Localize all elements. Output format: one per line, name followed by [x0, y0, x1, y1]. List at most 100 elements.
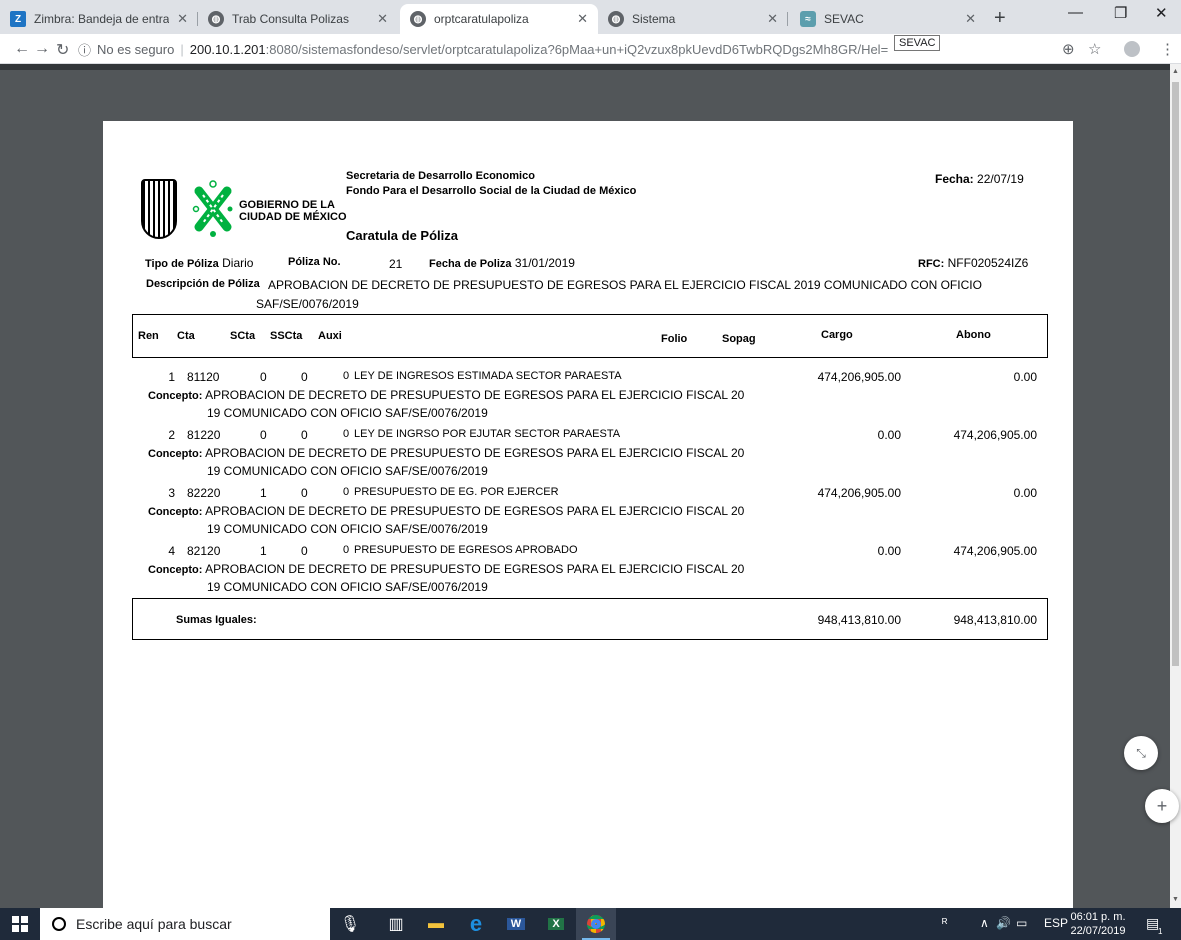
- col-cta: Cta: [177, 330, 195, 342]
- row-sscta: 0: [301, 486, 308, 500]
- row-cargo: 0.00: [877, 544, 901, 558]
- row-cargo: 474,206,905.00: [817, 370, 901, 384]
- cdmx-logo-mark: [192, 180, 233, 237]
- row-descripcion: PRESUPUESTO DE EG. POR EJERCER: [354, 486, 559, 498]
- scroll-down-icon[interactable]: ▼: [1172, 896, 1179, 903]
- vertical-scrollbar[interactable]: ▲ ▼: [1170, 64, 1181, 908]
- restore-icon[interactable]: ❐: [1114, 4, 1127, 22]
- poliza-no-label: Póliza No.: [288, 256, 341, 268]
- close-window-icon[interactable]: ✕: [1155, 4, 1168, 22]
- close-tab-icon[interactable]: ✕: [377, 11, 388, 27]
- reload-icon[interactable]: ↻: [56, 40, 69, 60]
- row-sscta: 0: [301, 544, 308, 558]
- globe-icon: ◍: [208, 11, 224, 27]
- row-concepto-line-2: 19 COMUNICADO CON OFICIO SAF/SE/0076/201…: [207, 522, 488, 536]
- microphone-icon[interactable]: 🎙: [330, 908, 370, 940]
- zoom-in-button[interactable]: +: [1145, 789, 1179, 823]
- cdmx-shield-logo: [141, 179, 177, 239]
- fecha: Fecha: 22/07/19: [935, 172, 1024, 186]
- row-scta: 1: [260, 486, 267, 500]
- row-ren: 3: [168, 486, 175, 500]
- row-auxi: 0: [343, 544, 350, 556]
- profile-avatar-icon[interactable]: [1124, 41, 1140, 57]
- row-descripcion: LEY DE INGRSO POR EJUTAR SECTOR PARAESTA: [354, 428, 621, 440]
- taskbar-clock[interactable]: 06:01 p. m. 22/07/2019: [1068, 910, 1128, 938]
- row-cta: 81220: [187, 428, 221, 442]
- people-icon[interactable]: ᴿ: [942, 916, 947, 930]
- row-descripcion: PRESUPUESTO DE EGRESOS APROBADO: [354, 544, 578, 556]
- back-icon[interactable]: ←: [14, 40, 30, 58]
- tipo-poliza: Tipo de Póliza Diario: [145, 256, 254, 270]
- cortana-icon: [52, 917, 66, 931]
- col-cargo: Cargo: [821, 329, 853, 341]
- tab-sistema[interactable]: ◍ Sistema ✕: [598, 4, 788, 34]
- show-hidden-icons[interactable]: ∧: [980, 916, 989, 930]
- row-cta: 81120: [187, 370, 220, 384]
- browser-toolbar: ← → ↻ ⓘ No es seguro | 200.10.1.201 :808…: [0, 34, 1181, 64]
- poliza-no-value: 21: [389, 257, 403, 271]
- descripcion-label: Descripción de Póliza: [146, 278, 260, 290]
- close-tab-icon[interactable]: ✕: [767, 11, 778, 27]
- task-view-icon[interactable]: ▥: [376, 908, 416, 940]
- row-auxi: 0: [343, 370, 350, 382]
- col-sscta: SSCta: [270, 330, 303, 342]
- tab-sevac[interactable]: ≈ SEVAC ✕: [790, 4, 986, 34]
- rfc: RFC: NFF020524IZ6: [918, 256, 1029, 270]
- forward-icon[interactable]: →: [34, 40, 50, 58]
- concepto-label: Concepto:: [148, 390, 203, 402]
- network-icon[interactable]: ▭: [1016, 916, 1027, 930]
- row-concepto-line-1: Concepto: APROBACION DE DECRETO DE PRESU…: [148, 388, 745, 402]
- edge-icon[interactable]: e: [456, 908, 496, 940]
- row-concepto-line-1: Concepto: APROBACION DE DECRETO DE PRESU…: [148, 504, 745, 518]
- row-ren: 4: [168, 544, 175, 558]
- tab-zimbra[interactable]: Z Zimbra: Bandeja de entrada ✕: [0, 4, 198, 34]
- new-tab-icon[interactable]: +: [994, 7, 1006, 30]
- row-scta: 0: [260, 428, 267, 442]
- col-auxi: Auxi: [318, 330, 342, 342]
- language-indicator[interactable]: ESP: [1044, 916, 1068, 930]
- bookmark-star-icon[interactable]: ☆: [1088, 40, 1101, 58]
- windows-start-icon[interactable]: [12, 916, 28, 932]
- word-icon[interactable]: W: [496, 908, 536, 940]
- minimize-icon[interactable]: —: [1068, 4, 1083, 21]
- zoom-icon[interactable]: ⊕: [1062, 40, 1075, 58]
- page-title: Caratula de Póliza: [346, 228, 458, 243]
- sumas-cargo: 948,413,810.00: [817, 613, 901, 627]
- descripcion-line-1: APROBACION DE DECRETO DE PRESUPUESTO DE …: [268, 278, 982, 292]
- close-tab-icon[interactable]: ✕: [577, 11, 588, 27]
- fecha-poliza: Fecha de Poliza 31/01/2019: [429, 256, 575, 270]
- file-explorer-icon[interactable]: ▬: [416, 908, 456, 940]
- zimbra-icon: Z: [10, 11, 26, 27]
- sumas-abono: 948,413,810.00: [953, 613, 1037, 627]
- col-folio: Folio: [661, 333, 688, 345]
- row-concepto-line-2: 19 COMUNICADO CON OFICIO SAF/SE/0076/201…: [207, 580, 488, 594]
- row-scta: 0: [260, 370, 267, 384]
- volume-icon[interactable]: 🔊: [996, 916, 1011, 930]
- row-abono: 474,206,905.00: [953, 428, 1037, 442]
- scroll-up-icon[interactable]: ▲: [1172, 68, 1179, 75]
- info-icon[interactable]: ⓘ: [78, 40, 91, 59]
- excel-icon[interactable]: X: [536, 908, 576, 940]
- row-scta: 1: [260, 544, 267, 558]
- row-sscta: 0: [301, 370, 308, 384]
- tab-strip: Z Zimbra: Bandeja de entrada ✕ ◍ Trab Co…: [0, 0, 1181, 34]
- taskbar-search-box[interactable]: Escribe aquí para buscar: [40, 908, 330, 940]
- row-concepto-line-2: 19 COMUNICADO CON OFICIO SAF/SE/0076/201…: [207, 464, 488, 478]
- row-cargo: 0.00: [877, 428, 901, 442]
- pdf-page: GOBIERNO DE LA CIUDAD DE MÉXICO Secretar…: [103, 121, 1073, 921]
- col-ren: Ren: [138, 330, 159, 342]
- close-tab-icon[interactable]: ✕: [177, 11, 188, 27]
- row-ren: 2: [168, 428, 175, 442]
- row-auxi: 0: [343, 486, 350, 498]
- fit-to-page-button[interactable]: ⤡: [1124, 736, 1158, 770]
- notification-count: 1: [1158, 927, 1163, 936]
- chrome-icon[interactable]: [576, 908, 616, 940]
- row-cta: 82220: [187, 486, 221, 500]
- scrollbar-thumb[interactable]: [1172, 82, 1179, 666]
- close-tab-icon[interactable]: ✕: [965, 11, 976, 27]
- tab-orptcaratulapoliza[interactable]: ◍ orptcaratulapoliza ✕: [400, 4, 598, 34]
- concepto-label: Concepto:: [148, 506, 203, 518]
- menu-kebab-icon[interactable]: ⋮: [1160, 40, 1175, 58]
- row-cargo: 474,206,905.00: [817, 486, 901, 500]
- tab-trab-consulta[interactable]: ◍ Trab Consulta Polizas ✕: [198, 4, 398, 34]
